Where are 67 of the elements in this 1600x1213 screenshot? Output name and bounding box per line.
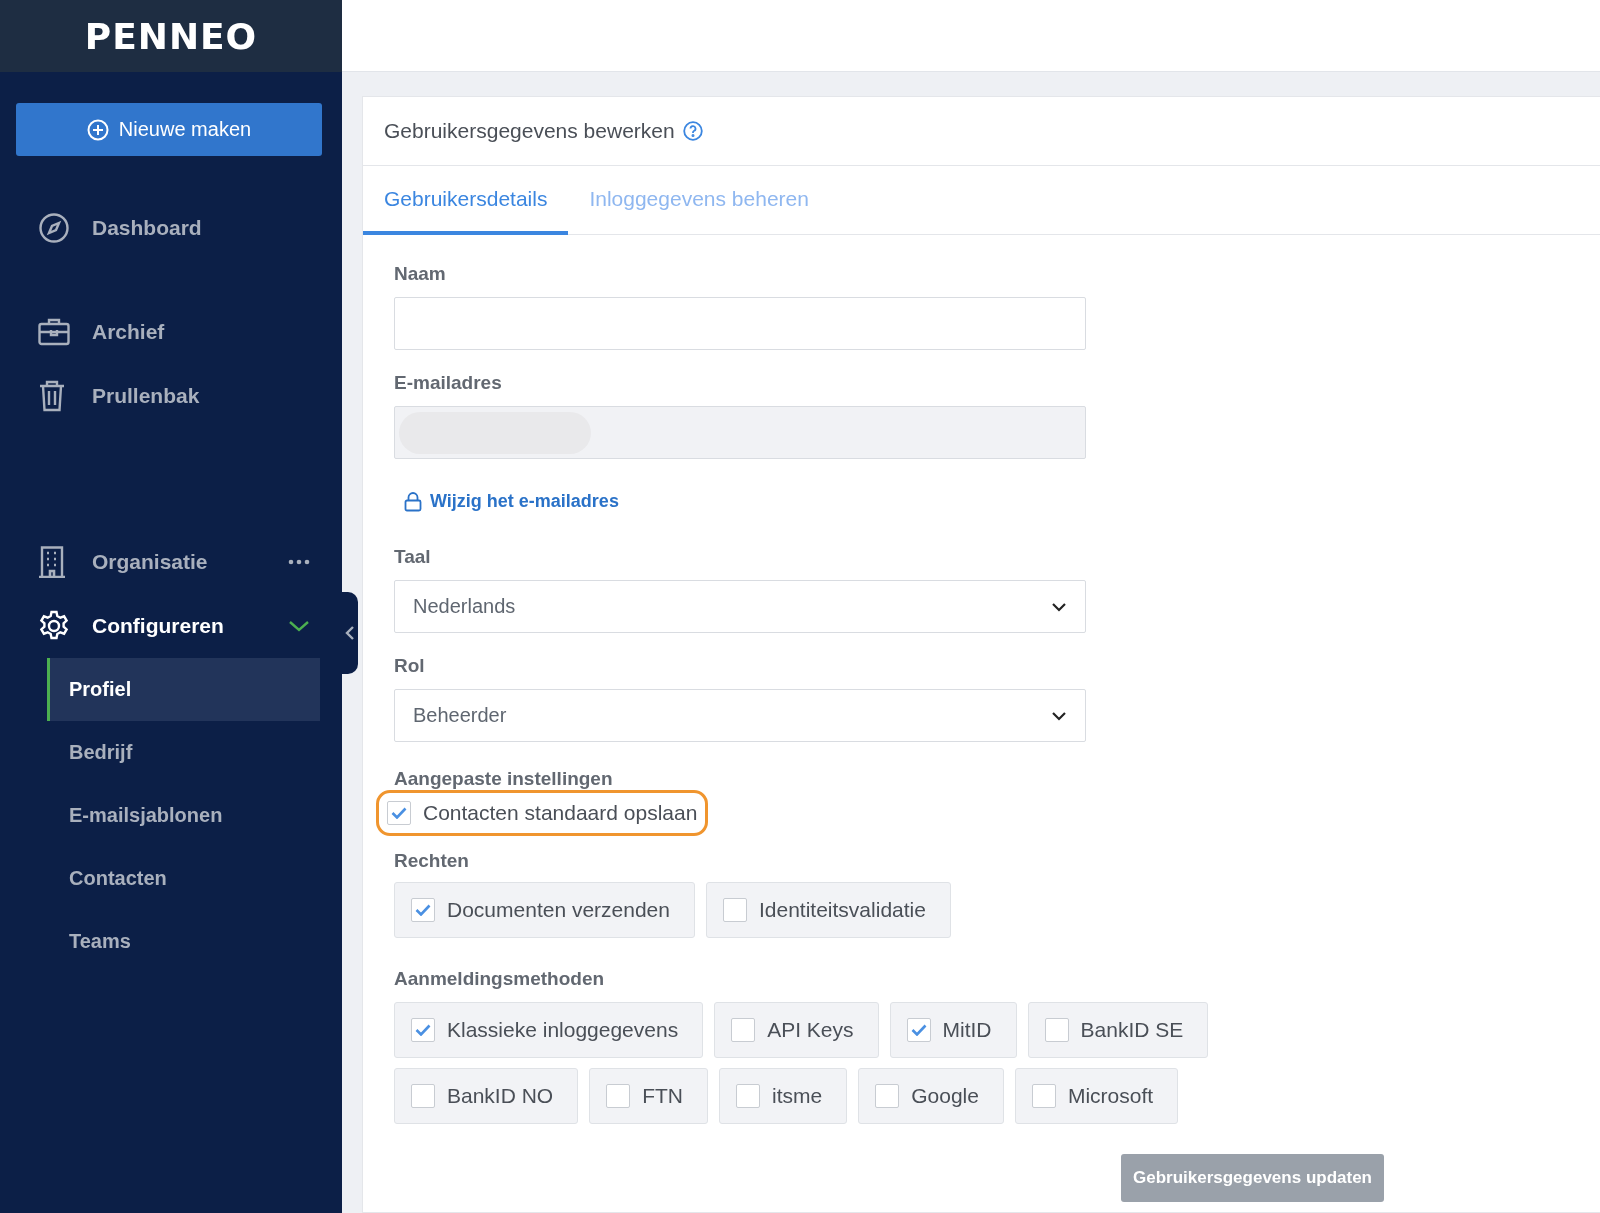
checkbox[interactable] <box>1044 1018 1069 1042</box>
chevron-down-icon <box>1051 601 1067 612</box>
checkbox[interactable] <box>387 801 411 825</box>
language-dropdown[interactable]: Nederlands <box>394 580 1086 633</box>
more-icon[interactable] <box>288 559 310 565</box>
settings-icon <box>38 610 70 642</box>
field-label: E-mailadres <box>394 372 503 394</box>
change-email-link[interactable]: Wijzig het e-mailadres <box>404 491 619 512</box>
role-dropdown[interactable]: Beheerder <box>394 689 1086 742</box>
tab[interactable]: Gebruikersdetails <box>363 166 569 235</box>
new-button[interactable]: Nieuwe maken <box>16 103 322 156</box>
submenu-item[interactable]: Bedrijf <box>47 721 320 784</box>
checkbox-chip[interactable]: itsme <box>719 1068 848 1124</box>
compass-icon <box>38 212 70 244</box>
checkbox-chip[interactable]: FTN <box>589 1068 709 1124</box>
nav-item[interactable]: Prullenbak <box>0 364 342 428</box>
checkbox[interactable] <box>736 1084 761 1108</box>
chevron-down-icon <box>1051 710 1067 721</box>
section-label: Aangepaste instellingen <box>394 768 614 790</box>
plus-circle-icon <box>86 118 109 141</box>
name-field[interactable] <box>394 297 1086 350</box>
section-label: Rechten <box>394 850 470 872</box>
nav-item[interactable]: Configureren <box>0 594 342 658</box>
checkbox-chip[interactable]: Microsoft <box>1014 1068 1179 1124</box>
checkbox-chip[interactable]: Identiteitsvalidatie <box>706 882 951 938</box>
checkbox-chip[interactable]: API Keys <box>714 1002 879 1058</box>
checkbox-chip[interactable]: Klassieke inloggegevens <box>394 1002 704 1058</box>
checkbox[interactable] <box>411 1084 435 1108</box>
check-icon <box>391 807 407 819</box>
chevron-down-icon <box>288 620 310 632</box>
field-label: Naam <box>394 263 447 285</box>
checkbox[interactable] <box>411 898 435 922</box>
nav-item[interactable]: Archief <box>0 300 342 364</box>
submenu-item[interactable]: Contacten <box>47 847 320 910</box>
briefcase-icon <box>38 318 70 346</box>
submenu-item[interactable]: Profiel <box>47 658 320 721</box>
lock-icon <box>404 491 422 512</box>
submenu-item[interactable]: Teams <box>47 910 320 973</box>
checkbox[interactable] <box>723 898 747 922</box>
checkbox-option[interactable]: Contacten standaard opslaan <box>376 790 709 836</box>
collapse-handle[interactable] <box>342 592 358 674</box>
check-icon <box>910 1024 927 1036</box>
checkbox-chip[interactable]: BankID NO <box>394 1068 579 1124</box>
field-label: Rol <box>394 655 426 677</box>
checkbox-chip[interactable]: Documenten verzenden <box>394 882 695 938</box>
checkbox-chip[interactable]: BankID SE <box>1027 1002 1209 1058</box>
checkbox[interactable] <box>875 1084 900 1108</box>
nav-item[interactable]: Organisatie <box>0 530 342 594</box>
checkbox[interactable] <box>731 1018 756 1042</box>
card-title: Gebruikersgegevens bewerken <box>384 119 675 143</box>
help-icon[interactable] <box>682 121 703 141</box>
check-icon <box>415 904 431 916</box>
nav-item[interactable]: Dashboard <box>0 196 342 260</box>
field-label: Taal <box>394 546 432 568</box>
chevron-left-icon <box>345 625 355 641</box>
checkbox-chip[interactable]: Google <box>858 1068 1004 1124</box>
checkbox[interactable] <box>906 1018 931 1042</box>
checkbox-chip[interactable]: MitID <box>889 1002 1017 1058</box>
logo: PENNEO <box>84 15 258 57</box>
checkbox[interactable] <box>606 1084 631 1108</box>
check-icon <box>415 1024 431 1036</box>
section-label: Aanmeldingsmethoden <box>394 968 606 990</box>
checkbox[interactable] <box>411 1018 435 1042</box>
submenu-item[interactable]: E-mailsjablonen <box>47 784 320 847</box>
trash-icon <box>38 380 66 412</box>
checkbox[interactable] <box>1031 1084 1056 1108</box>
building-icon <box>38 546 66 578</box>
